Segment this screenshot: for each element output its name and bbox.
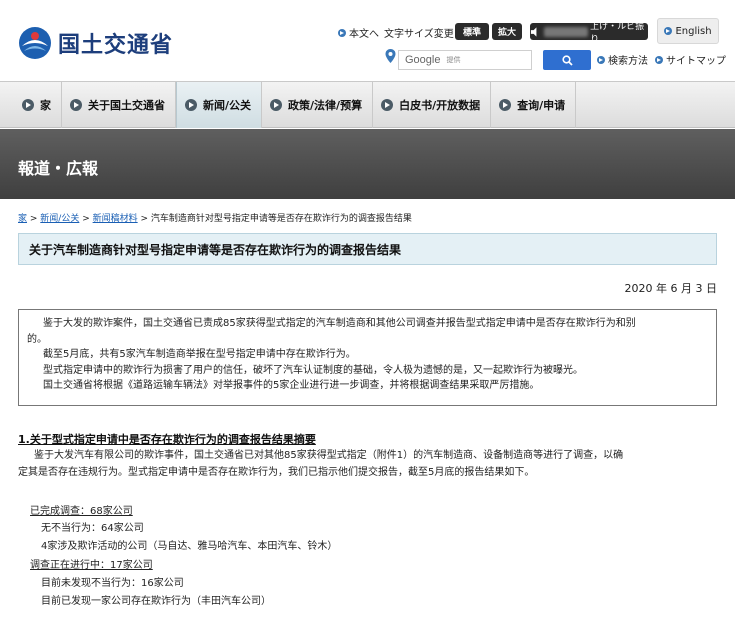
arrow-circle-icon bbox=[22, 99, 34, 111]
search-input[interactable]: Google 提供 bbox=[398, 50, 532, 70]
stat-found: 目前已发现一家公司存在欺诈行为（丰田汽车公司） bbox=[41, 596, 271, 607]
read-aloud-ruby-button[interactable]: 上げ・ルビ振り bbox=[530, 22, 648, 45]
breadcrumb-press[interactable]: 新闻稿材料 bbox=[93, 214, 138, 224]
google-brand: Google bbox=[405, 54, 441, 66]
location-pin-icon bbox=[385, 49, 396, 63]
arrow-circle-icon bbox=[270, 99, 283, 111]
section-line: 鉴于大发汽车有限公司的欺诈事件，国土交通省已对其他85家获得型式指定（附件1）的… bbox=[34, 450, 624, 461]
stat-no-misconduct: 无不当行为：64家公司 bbox=[41, 523, 144, 534]
arrow-circle-icon bbox=[381, 99, 394, 111]
mlit-logo-icon bbox=[19, 27, 51, 59]
section-banner: 報道・広報 bbox=[0, 129, 735, 199]
arrow-circle-icon bbox=[499, 99, 512, 111]
summary-paragraph-cont: 的。 bbox=[27, 333, 47, 345]
stat-completed: 已完成调查：68家公司 bbox=[30, 506, 133, 517]
stat-fraud-companies: 4家涉及欺诈活动的公司（马自达、雅马哈汽车、本田汽车、铃木） bbox=[41, 541, 338, 552]
sitemap-link[interactable]: サイトマップ bbox=[655, 52, 726, 67]
summary-paragraph: 鉴于大发的欺诈案件，国土交通省已责成85家获得型式指定的汽车制造商和其他公司调查… bbox=[43, 318, 636, 329]
nav-item-news[interactable]: 新闻/公关 bbox=[176, 82, 263, 128]
global-nav: 家 关于国土交通省 新闻/公关 政策/法律/预算 白皮书/开放数据 查询/申请 bbox=[0, 81, 735, 128]
section-line: 定其是否存在违规行为。型式指定申请中是否存在欺诈行为，我们已指示他们提交报告，截… bbox=[18, 467, 535, 478]
font-size-label: 文字サイズ変更 bbox=[384, 25, 454, 40]
nav-label: 关于国土交通省 bbox=[88, 99, 165, 112]
font-large-button[interactable]: 拡大 bbox=[492, 23, 522, 40]
arrow-circle-icon bbox=[655, 55, 663, 64]
nav-item-inquiry[interactable]: 查询/申请 bbox=[491, 82, 577, 128]
page-title: 关于汽车制造商针对型号指定申请等是否存在欺诈行为的调查报告结果 bbox=[29, 242, 402, 257]
breadcrumb-current: 汽车制造商针对型号指定申请等是否存在欺诈行为的调查报告结果 bbox=[150, 214, 412, 224]
skip-to-content-link[interactable]: 本文へ bbox=[338, 25, 379, 40]
nav-item-whitepaper[interactable]: 白皮书/开放数据 bbox=[373, 82, 492, 128]
stat-in-progress: 调查正在进行中：17家公司 bbox=[30, 560, 153, 571]
font-size-text: 文字サイズ変更 bbox=[384, 29, 454, 40]
section-heading: 1.关于型式指定申请中是否存在欺诈行为的调查报告结果摘要 bbox=[18, 433, 316, 446]
sitemap-label: サイトマップ bbox=[666, 56, 726, 67]
site-header: 国土交通省 本文へ 文字サイズ変更 標準 拡大 上げ・ルビ振り English … bbox=[0, 0, 735, 80]
nav-item-home[interactable]: 家 bbox=[14, 82, 62, 128]
breadcrumb: 家 > 新闻/公关 > 新闻稿材料 > 汽车制造商针对型号指定申请等是否存在欺诈… bbox=[18, 211, 412, 224]
breadcrumb-news[interactable]: 新闻/公关 bbox=[40, 214, 79, 224]
search-button[interactable] bbox=[543, 50, 591, 70]
english-link[interactable]: English bbox=[657, 18, 719, 44]
site-logo[interactable]: 国土交通省 bbox=[18, 26, 173, 60]
arrow-circle-icon bbox=[338, 28, 346, 37]
nav-label: 白皮书/开放数据 bbox=[399, 99, 481, 112]
publish-date: 2020 年 6 月 3 日 bbox=[624, 282, 717, 295]
arrow-circle-icon bbox=[597, 55, 605, 64]
summary-paragraph: 型式指定申请中的欺诈行为损害了用户的信任，破坏了汽车认证制度的基础，令人极为遗憾… bbox=[43, 364, 583, 376]
blurred-text bbox=[544, 26, 589, 37]
summary-box: 鉴于大发的欺诈案件，国土交通省已责成85家获得型式指定的汽车制造商和其他公司调查… bbox=[18, 309, 717, 406]
search-icon bbox=[561, 54, 573, 66]
banner-title: 報道・広報 bbox=[18, 159, 99, 178]
search-method-label: 検索方法 bbox=[608, 56, 648, 67]
font-standard-button[interactable]: 標準 bbox=[455, 23, 489, 40]
ruby-label: 上げ・ルビ振り bbox=[590, 21, 645, 45]
summary-paragraph: 截至5月底，共有5家汽车制造商举报在型号指定申请中存在欺诈行为。 bbox=[43, 349, 356, 360]
section-body: 鉴于大发汽车有限公司的欺诈事件，国土交通省已对其他85家获得型式指定（附件1）的… bbox=[18, 447, 717, 481]
search-method-link[interactable]: 検索方法 bbox=[597, 52, 648, 67]
arrow-circle-icon bbox=[664, 27, 673, 35]
breadcrumb-separator: > bbox=[82, 214, 93, 224]
breadcrumb-home[interactable]: 家 bbox=[18, 214, 27, 224]
skip-to-content-label: 本文へ bbox=[349, 29, 379, 40]
english-label: English bbox=[675, 25, 712, 37]
summary-paragraph: 国土交通省将根据《道路运输车辆法》对举报事件的5家企业进行进一步调查，并将根据调… bbox=[43, 380, 540, 391]
nav-label: 政策/法律/预算 bbox=[288, 99, 363, 112]
breadcrumb-separator: > bbox=[140, 214, 151, 224]
arrow-circle-icon bbox=[70, 99, 82, 111]
search-placeholder: 提供 bbox=[446, 56, 461, 64]
nav-item-policy[interactable]: 政策/法律/预算 bbox=[262, 82, 374, 128]
breadcrumb-separator: > bbox=[29, 214, 41, 224]
arrow-circle-icon bbox=[185, 99, 197, 111]
nav-label: 查询/申请 bbox=[517, 99, 566, 112]
nav-label: 家 bbox=[40, 99, 51, 112]
nav-label: 新闻/公关 bbox=[203, 99, 252, 112]
stat-not-found: 目前未发现不当行为：16家公司 bbox=[41, 578, 184, 589]
speaker-icon bbox=[530, 26, 537, 37]
page-title-box: 关于汽车制造商针对型号指定申请等是否存在欺诈行为的调查报告结果 bbox=[18, 233, 717, 265]
nav-item-about[interactable]: 关于国土交通省 bbox=[62, 82, 176, 128]
logo-text: 国土交通省 bbox=[58, 33, 174, 58]
